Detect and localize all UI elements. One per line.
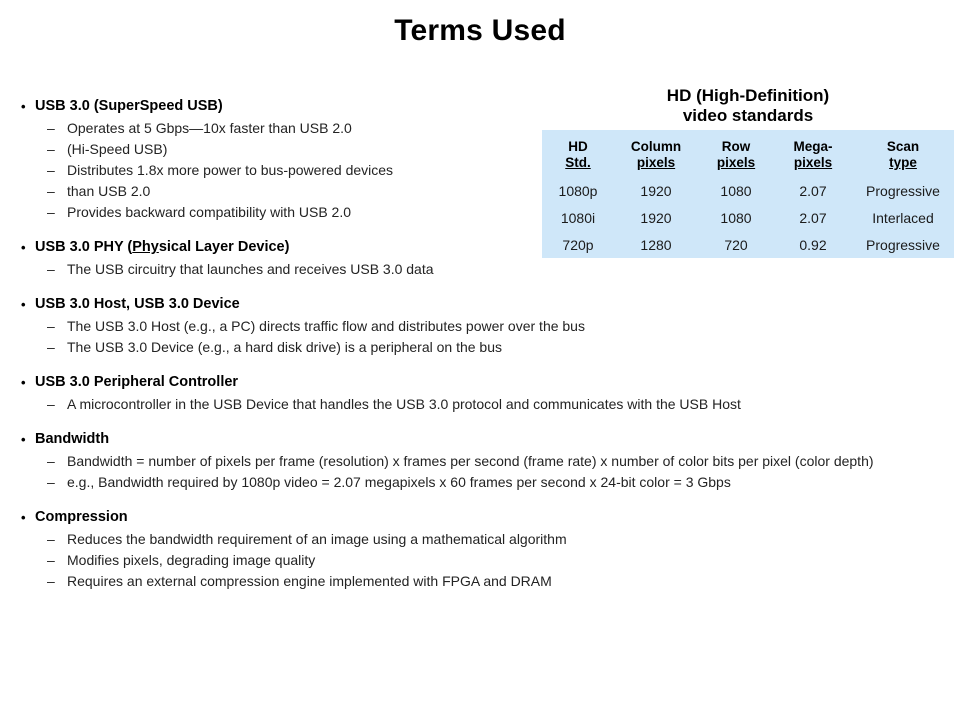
dash-icon: – [47,531,55,547]
term-detail-text: The USB 3.0 Host (e.g., a PC) directs tr… [67,318,585,334]
cell-column-pixels: 1920 [640,209,672,226]
dash-icon: – [47,120,55,136]
bullet-icon: • [21,99,26,114]
term-heading-text: USB 3.0 Host, USB 3.0 Device [35,296,240,312]
column-header-mega-pixels: Mega- pixels [793,139,833,170]
term-detail: – A microcontroller in the USB Device th… [18,394,952,415]
cell-row-pixels: 1080 [720,209,752,226]
hd-standards-table: HD Std. Column pixels Row pixels Mega- p… [542,130,954,258]
dash-icon: – [47,474,55,490]
dash-icon: – [47,396,55,412]
term-detail-text: Provides backward compatibility with USB… [67,204,352,220]
term-detail-text: e.g., Bandwidth required by 1080p video … [67,474,731,490]
cell-mega-pixels: 2.07 [799,182,827,199]
dash-icon: – [47,318,55,334]
page-title: Terms Used [394,14,566,47]
term-group-host-device: • USB 3.0 Host, USB 3.0 Device – The USB… [18,294,952,358]
term-detail: – Bandwidth = number of pixels per frame… [18,451,952,472]
term-detail: – Reduces the bandwidth requirement of a… [18,529,952,550]
term-detail-text: than USB 2.0 [67,183,151,199]
term-detail-text: Requires an external compression engine … [67,573,552,589]
column-header-hd-std: HD Std. [565,139,591,170]
column-header-scan-type: Scan type [886,139,920,170]
cell-hd-std: 720p [562,236,594,253]
cell-hd-std: 1080i [560,209,596,226]
cell-row-pixels: 720 [724,236,748,253]
cell-mega-pixels: 0.92 [799,236,827,253]
term-detail-text: A microcontroller in the USB Device that… [67,396,741,412]
term-detail: – The USB 3.0 Device (e.g., a hard disk … [18,337,952,358]
term-detail-text: Modifies pixels, degrading image quality [67,552,316,568]
column-header-column-pixels: Column pixels [630,139,682,170]
cell-mega-pixels: 2.07 [799,209,827,226]
term-detail-text: The USB circuitry that launches and rece… [67,261,434,277]
term-detail: – e.g., Bandwidth required by 1080p vide… [18,472,952,493]
term-detail: – Requires an external compression engin… [18,571,952,592]
term-group-bandwidth: • Bandwidth – Bandwidth = number of pixe… [18,429,952,493]
term-heading: • Compression [18,507,952,528]
dash-icon: – [47,261,55,277]
term-detail: – The USB 3.0 Host (e.g., a PC) directs … [18,316,952,337]
term-heading: • USB 3.0 Host, USB 3.0 Device [18,294,952,315]
cell-scan-type: Progressive [866,182,940,199]
dash-icon: – [47,141,55,157]
term-detail-text: (Hi-Speed USB) [67,141,168,157]
bullet-icon: • [21,432,26,447]
term-detail-text: Reduces the bandwidth requirement of an … [67,531,567,547]
term-heading-text: Compression [35,509,128,525]
hd-table-title-line2: video standards [682,106,814,125]
dash-icon: – [47,183,55,199]
dash-icon: – [47,552,55,568]
table-row: 720p 1280 720 0.92 Progressive [542,231,954,258]
table-header-row: HD Std. Column pixels Row pixels Mega- p… [542,130,954,177]
hd-table-title-line1: HD (High-Definition) [666,86,830,105]
dash-icon: – [47,204,55,220]
cell-scan-type: Interlaced [872,209,934,226]
bullet-icon: • [21,375,26,390]
term-heading-prefix: USB 3.0 PHY ( [35,239,133,255]
term-heading-underlined: Phy [132,239,159,255]
term-detail-text: Operates at 5 Gbps—10x faster than USB 2… [67,120,352,136]
term-heading: • Bandwidth [18,429,952,450]
bullet-icon: • [21,297,26,312]
bullet-icon: • [21,240,26,255]
dash-icon: – [47,573,55,589]
dash-icon: – [47,453,55,469]
term-detail-text: The USB 3.0 Device (e.g., a hard disk dr… [67,339,502,355]
cell-row-pixels: 1080 [720,182,752,199]
dash-icon: – [47,339,55,355]
cell-column-pixels: 1920 [640,182,672,199]
term-heading-text: Bandwidth [35,431,110,447]
cell-hd-std: 1080p [558,182,598,199]
term-detail: – The USB circuitry that launches and re… [18,259,952,280]
term-detail: – Modifies pixels, degrading image quali… [18,550,952,571]
table-row: 1080p 1920 1080 2.07 Progressive [542,177,954,204]
dash-icon: – [47,162,55,178]
hd-standards-block: HD (High-Definition) video standards HD … [542,86,954,258]
column-header-row-pixels: Row pixels [716,139,756,170]
term-heading-text: USB 3.0 Peripheral Controller [35,374,239,390]
term-group-compression: • Compression – Reduces the bandwidth re… [18,507,952,592]
hd-table-title: HD (High-Definition) video standards [542,86,954,126]
term-heading: • USB 3.0 Peripheral Controller [18,372,952,393]
term-group-peripheral-controller: • USB 3.0 Peripheral Controller – A micr… [18,372,952,415]
table-row: 1080i 1920 1080 2.07 Interlaced [542,204,954,231]
term-heading-text: USB 3.0 (SuperSpeed USB) [35,98,223,114]
cell-scan-type: Progressive [866,236,940,253]
term-heading-suffix: sical Layer Device) [158,239,290,255]
cell-column-pixels: 1280 [640,236,672,253]
term-detail-text: Bandwidth = number of pixels per frame (… [67,453,874,469]
bullet-icon: • [21,510,26,525]
term-detail-text: Distributes 1.8x more power to bus-power… [67,162,394,178]
